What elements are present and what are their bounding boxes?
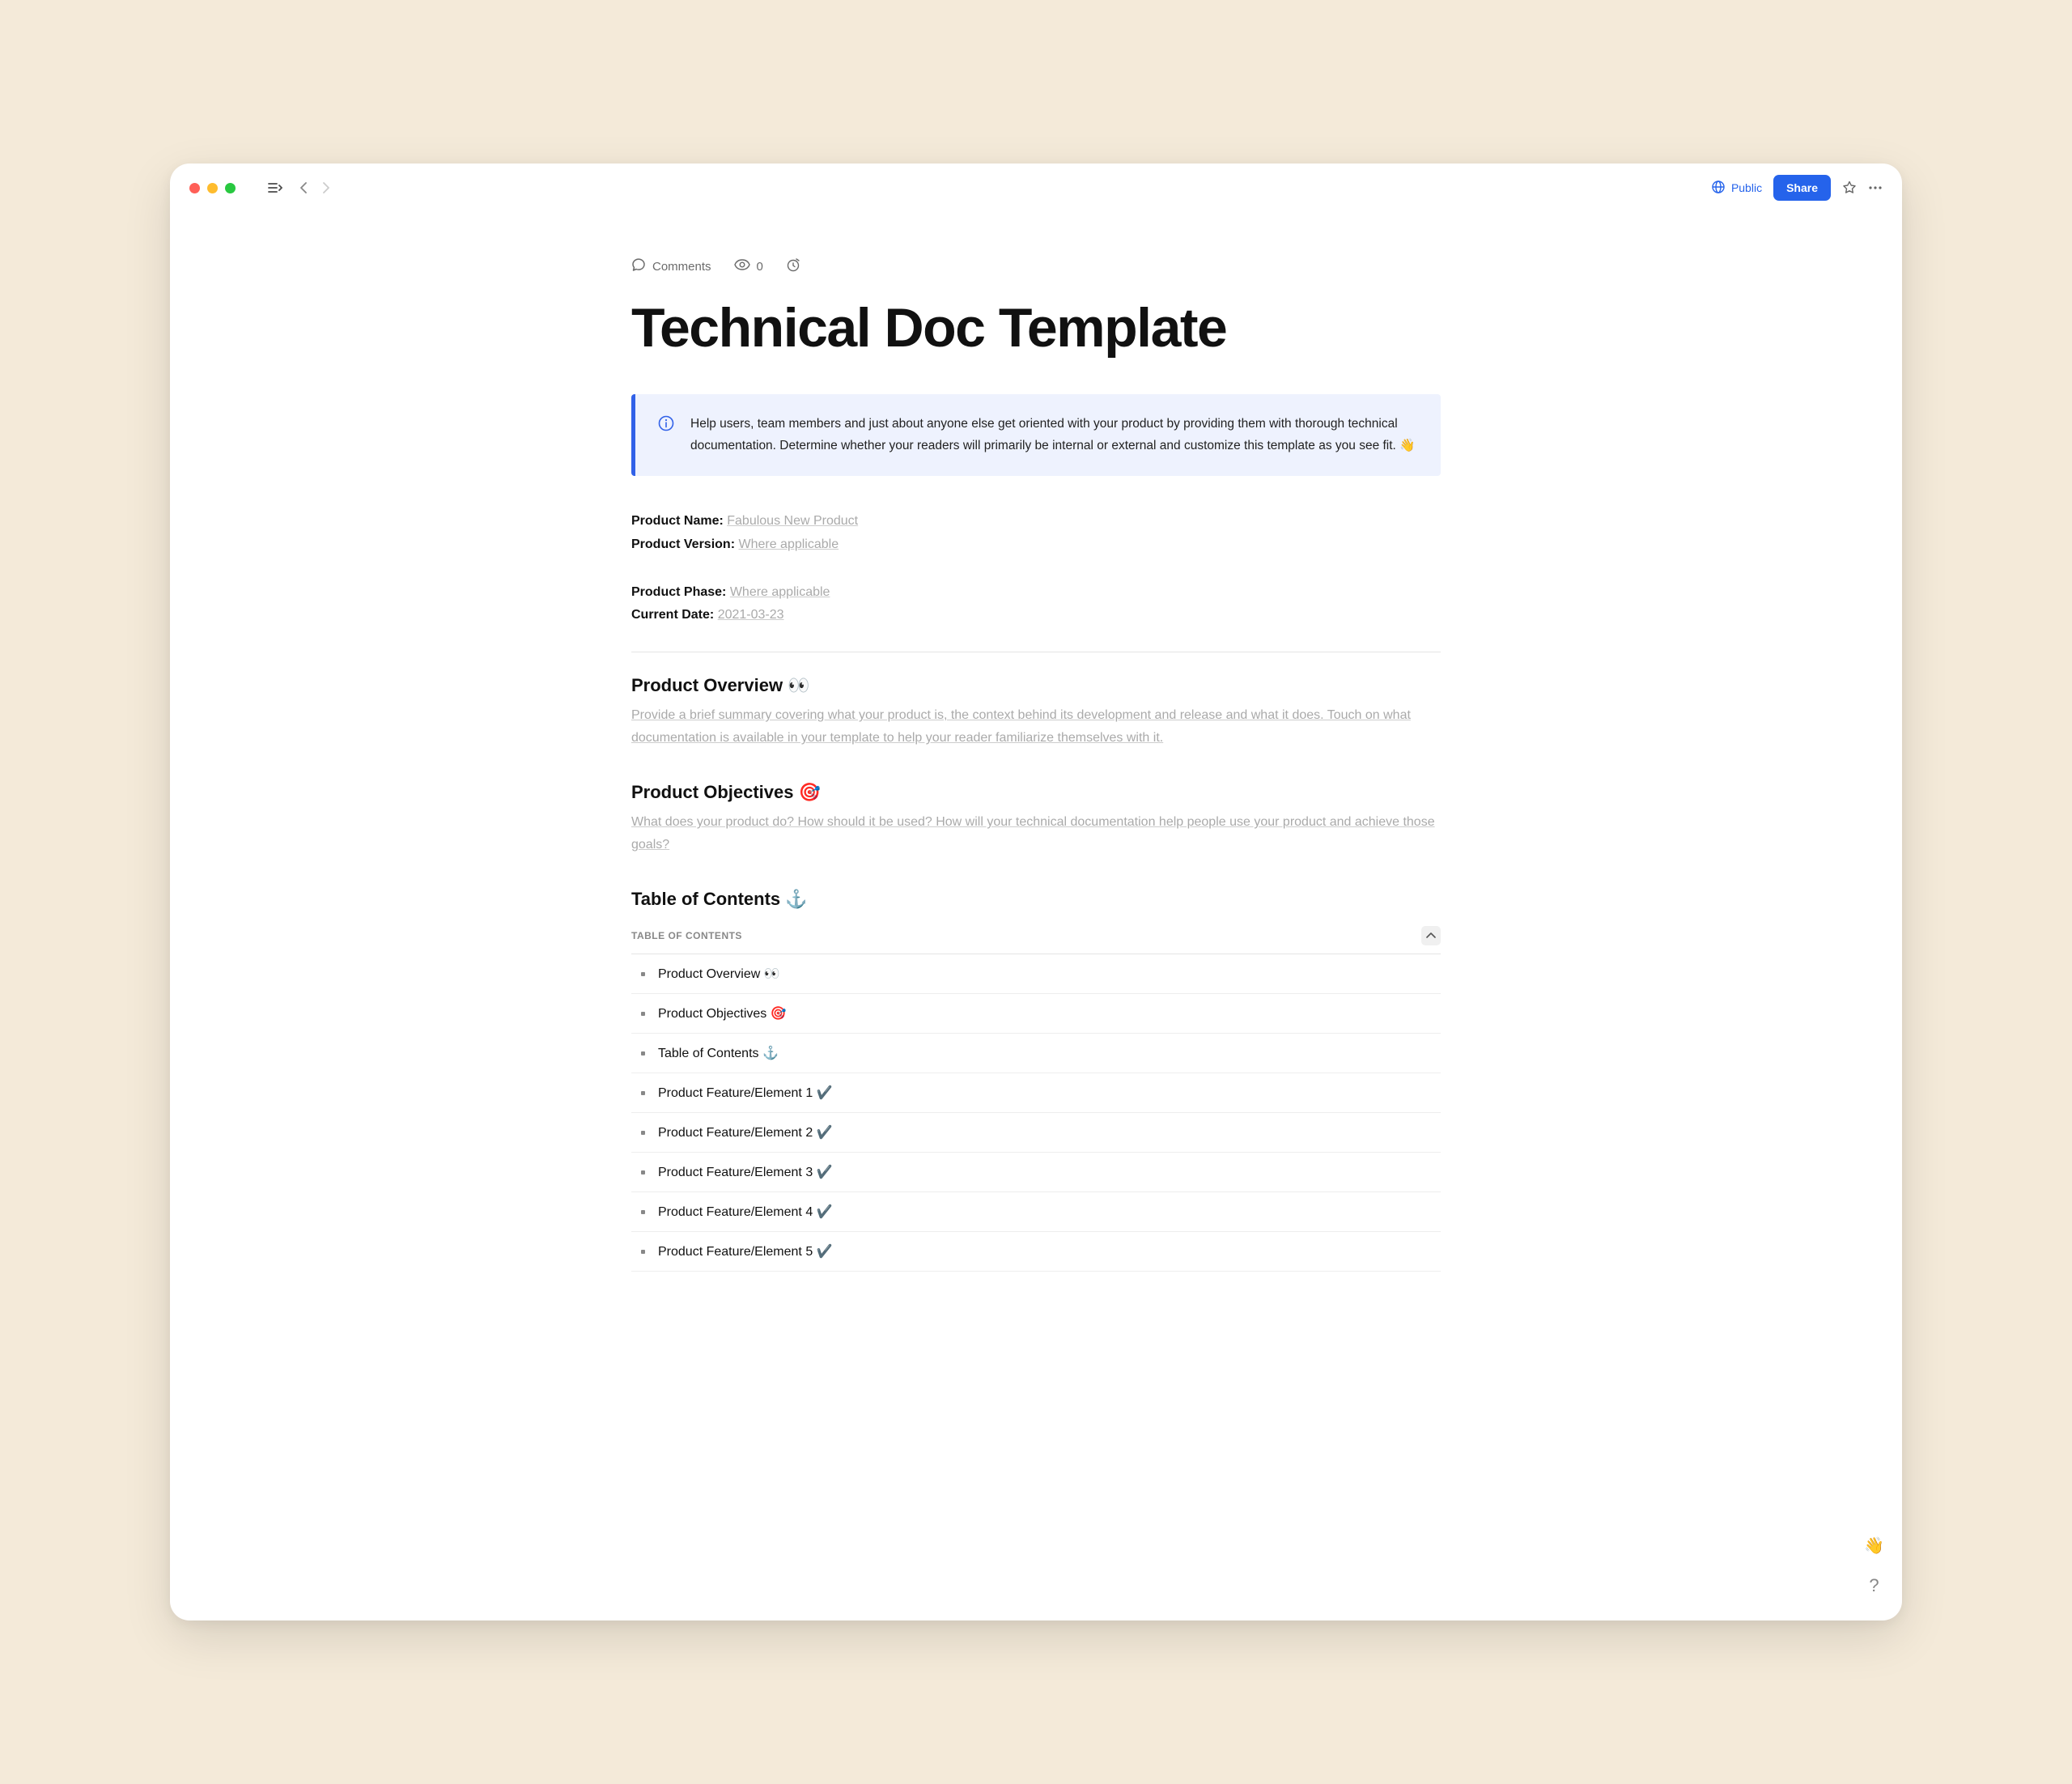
toc-header-label: TABLE OF CONTENTS [631,930,742,941]
comments-label: Comments [652,260,711,274]
bullet-icon [641,1170,645,1174]
toc-heading[interactable]: Table of Contents ⚓ [631,889,1441,910]
callout-text: Help users, team members and just about … [690,414,1418,457]
bullet-icon [641,1250,645,1254]
current-date-value: 2021-03-23 [718,608,784,622]
toc-list: Product Overview 👀 Product Objectives 🎯 … [631,954,1441,1272]
toc-header: TABLE OF CONTENTS [631,918,1441,954]
bullet-icon [641,1210,645,1214]
product-version-value: Where applicable [738,537,839,551]
field-group-2: Product Phase: Where applicable Current … [631,581,1441,628]
window-controls [189,183,236,193]
public-label: Public [1731,181,1762,194]
comments-button[interactable]: Comments [631,257,711,275]
intercom-button[interactable]: 👋 [1864,1536,1884,1556]
floating-tools: 👋 ? [1864,1536,1884,1596]
current-date-field[interactable]: Current Date: 2021-03-23 [631,604,1441,627]
product-name-field[interactable]: Product Name: Fabulous New Product [631,510,1441,533]
titlebar-left [189,182,329,193]
toc-item-label: Product Feature/Element 2 ✔️ [658,1124,833,1140]
nav-arrows [300,182,329,193]
toc-item-label: Product Objectives 🎯 [658,1005,787,1022]
back-button[interactable] [300,182,308,193]
toc-item-label: Product Overview 👀 [658,966,780,982]
clock-reminder-icon [786,257,800,275]
toc-item[interactable]: Table of Contents ⚓ [631,1034,1441,1073]
toc-item[interactable]: Product Feature/Element 4 ✔️ [631,1192,1441,1232]
more-options-button[interactable] [1868,186,1883,189]
toc-item[interactable]: Product Feature/Element 3 ✔️ [631,1153,1441,1192]
views-count: 0 [757,260,763,274]
doc-meta-bar: Comments 0 [631,257,1441,275]
page-title[interactable]: Technical Doc Template [631,299,1441,357]
product-version-field[interactable]: Product Version: Where applicable [631,533,1441,557]
maximize-window-button[interactable] [225,183,236,193]
document: Comments 0 [631,212,1441,1272]
toc-item[interactable]: Product Objectives 🎯 [631,994,1441,1034]
close-window-button[interactable] [189,183,200,193]
product-phase-field[interactable]: Product Phase: Where applicable [631,581,1441,605]
views-counter[interactable]: 0 [734,259,763,274]
help-button[interactable]: ? [1869,1575,1879,1596]
toc-item-label: Product Feature/Element 3 ✔️ [658,1164,833,1180]
sidebar-toggle-icon[interactable] [268,182,282,193]
bullet-icon [641,1051,645,1056]
star-button[interactable] [1842,181,1857,195]
overview-placeholder[interactable]: Provide a brief summary covering what yo… [631,704,1441,750]
toc-item[interactable]: Product Feature/Element 1 ✔️ [631,1073,1441,1113]
toc-item-label: Product Feature/Element 4 ✔️ [658,1204,833,1220]
product-version-label: Product Version: [631,537,735,551]
forward-button[interactable] [322,182,329,193]
bullet-icon [641,1012,645,1016]
toc-item-label: Table of Contents ⚓ [658,1045,779,1061]
info-callout[interactable]: Help users, team members and just about … [631,394,1441,476]
objectives-placeholder[interactable]: What does your product do? How should it… [631,811,1441,856]
app-window: Public Share [170,164,1902,1620]
content-area: Comments 0 [170,212,1902,1620]
share-button[interactable]: Share [1773,175,1831,201]
field-group-1: Product Name: Fabulous New Product Produ… [631,510,1441,557]
toc-item-label: Product Feature/Element 1 ✔️ [658,1085,833,1101]
minimize-window-button[interactable] [207,183,218,193]
toc-collapse-button[interactable] [1421,926,1441,945]
toc-item[interactable]: Product Overview 👀 [631,954,1441,994]
current-date-label: Current Date: [631,608,714,622]
product-phase-label: Product Phase: [631,585,726,599]
product-name-value: Fabulous New Product [727,514,858,528]
public-badge[interactable]: Public [1712,181,1762,196]
reminder-button[interactable] [786,257,800,275]
bullet-icon [641,972,645,976]
overview-heading[interactable]: Product Overview 👀 [631,675,1441,696]
toc-item-label: Product Feature/Element 5 ✔️ [658,1243,833,1259]
window-titlebar: Public Share [170,164,1902,212]
toc-item[interactable]: Product Feature/Element 5 ✔️ [631,1232,1441,1272]
product-name-label: Product Name: [631,514,724,528]
comment-icon [631,257,646,275]
titlebar-right: Public Share [1712,175,1883,201]
bullet-icon [641,1091,645,1095]
bullet-icon [641,1131,645,1135]
product-phase-value: Where applicable [730,585,830,599]
eye-icon [734,259,750,274]
globe-icon [1712,181,1725,196]
toc-item[interactable]: Product Feature/Element 2 ✔️ [631,1113,1441,1153]
objectives-heading[interactable]: Product Objectives 🎯 [631,782,1441,803]
info-icon [658,415,674,457]
